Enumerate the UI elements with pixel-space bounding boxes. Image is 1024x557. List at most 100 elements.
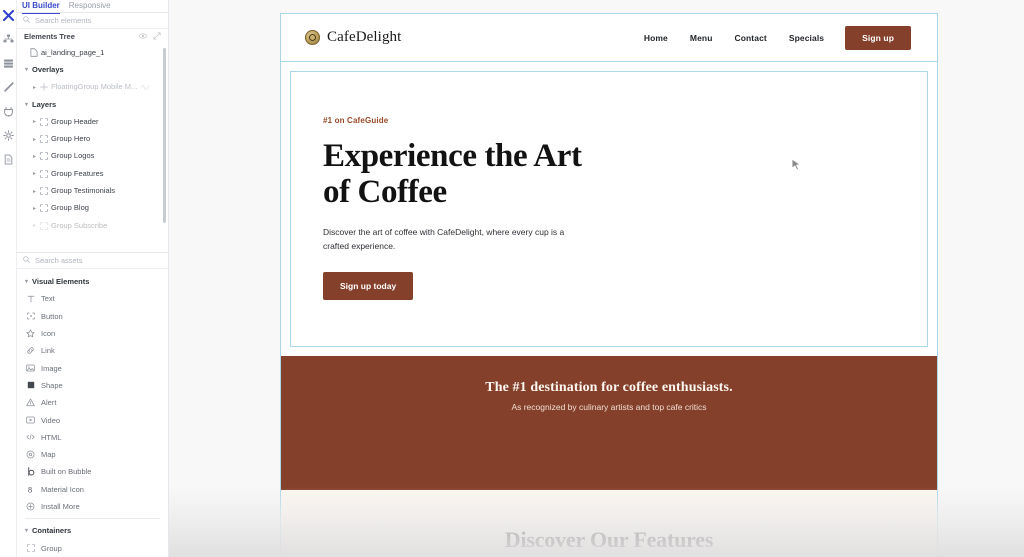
data-icon[interactable]: [0, 51, 17, 75]
site-header[interactable]: CafeDelight Home Menu Contact Specials S…: [281, 14, 937, 62]
hero-title: Experience the Art of Coffee: [323, 138, 623, 210]
tree-item-group-features[interactable]: ▸ Group Features: [17, 165, 168, 182]
hero-title-line2: of Coffee: [323, 174, 623, 210]
hero-eyebrow: #1 on CafeGuide: [323, 116, 927, 125]
tree-item-label: Group Logos: [51, 151, 94, 161]
map-pin-icon: [26, 450, 35, 459]
chevron-down-icon[interactable]: ▾: [25, 66, 32, 73]
chevron-right-icon[interactable]: ▸: [33, 222, 40, 229]
palette-item-install-more[interactable]: Install More: [17, 498, 168, 515]
search-icon: [23, 256, 30, 265]
palette-item-shape[interactable]: Shape: [17, 377, 168, 394]
hero-section[interactable]: #1 on CafeGuide Experience the Art of Co…: [291, 72, 927, 346]
search-assets-placeholder: Search assets: [35, 256, 83, 265]
palette-item-html[interactable]: HTML: [17, 429, 168, 446]
chevron-right-icon[interactable]: ▸: [33, 153, 40, 160]
chevron-right-icon[interactable]: ▸: [33, 170, 40, 177]
site-nav[interactable]: Home Menu Contact Specials Sign up: [633, 26, 911, 50]
alert-icon: [26, 398, 35, 407]
palette-item-label: Icon: [41, 329, 55, 338]
tree-scrollbar[interactable]: [163, 48, 166, 223]
chevron-right-icon[interactable]: ▸: [33, 84, 40, 91]
video-icon: [26, 416, 35, 424]
search-elements-input[interactable]: Search elements: [17, 13, 168, 29]
palette-item-label: Alert: [41, 398, 56, 407]
palette-section-containers[interactable]: ▾ Containers: [17, 522, 168, 539]
palette-divider: [25, 518, 160, 519]
palette-item-link[interactable]: Link: [17, 342, 168, 359]
group-icon: [40, 135, 51, 143]
palette-item-label: Install More: [41, 502, 80, 511]
accolade-band[interactable]: The #1 destination for coffee enthusiast…: [281, 356, 937, 490]
group-icon: [40, 152, 51, 160]
tree-item-group-subscribe[interactable]: ▸ Group Subscribe: [17, 217, 168, 234]
chevron-right-icon[interactable]: ▸: [33, 118, 40, 125]
tree-item-group-logos[interactable]: ▸ Group Logos: [17, 148, 168, 165]
settings-icon[interactable]: [0, 123, 17, 147]
primary-icon-rail: [0, 0, 17, 557]
design-icon[interactable]: [0, 75, 17, 99]
palette-item-map[interactable]: Map: [17, 446, 168, 463]
workflow-squiggle-icon[interactable]: [141, 83, 150, 92]
logs-icon[interactable]: [0, 147, 17, 171]
expand-icon[interactable]: [153, 32, 161, 42]
tree-item-label: Group Features: [51, 169, 104, 179]
palette-section-visual-elements[interactable]: ▾ Visual Elements: [17, 273, 168, 290]
bubble-b-icon: [26, 467, 35, 476]
elements-palette[interactable]: ▾ Visual Elements Text Button Icon: [17, 269, 168, 557]
chevron-down-icon[interactable]: ▾: [25, 101, 32, 108]
elements-tree-header: Elements Tree: [17, 29, 168, 44]
nav-link-home[interactable]: Home: [633, 33, 679, 43]
search-icon: [23, 16, 30, 25]
chevron-down-icon[interactable]: ▾: [25, 278, 28, 285]
tab-responsive[interactable]: Responsive: [69, 0, 111, 13]
elements-tree[interactable]: ai_landing_page_1 ▾ Overlays ▸ FloatingG…: [17, 44, 168, 252]
features-section[interactable]: Discover Our Features: [281, 490, 937, 557]
nav-link-contact[interactable]: Contact: [723, 33, 777, 43]
tree-item-page[interactable]: ai_landing_page_1: [17, 44, 168, 61]
palette-item-built-on-bubble[interactable]: Built on Bubble: [17, 463, 168, 480]
text-icon: [26, 295, 35, 303]
canvas-area[interactable]: CafeDelight Home Menu Contact Specials S…: [169, 0, 1024, 557]
chevron-right-icon[interactable]: ▸: [33, 188, 40, 195]
palette-item-alert[interactable]: Alert: [17, 394, 168, 411]
image-icon: [26, 364, 35, 372]
palette-item-label: Video: [41, 416, 60, 425]
palette-item-image[interactable]: Image: [17, 359, 168, 376]
palette-item-material-icon[interactable]: 8 Material Icon: [17, 481, 168, 498]
palette-item-label: Built on Bubble: [41, 467, 91, 476]
eye-icon[interactable]: [139, 32, 147, 42]
chevron-right-icon[interactable]: ▸: [33, 205, 40, 212]
tree-item-group-hero[interactable]: ▸ Group Hero: [17, 130, 168, 147]
nav-link-menu[interactable]: Menu: [679, 33, 724, 43]
tree-item-label: ai_landing_page_1: [41, 48, 104, 58]
tab-ui-builder[interactable]: UI Builder: [22, 0, 60, 13]
palette-item-icon[interactable]: Icon: [17, 325, 168, 342]
tree-item-group-blog[interactable]: ▸ Group Blog: [17, 200, 168, 217]
star-icon: [26, 329, 35, 338]
chevron-down-icon[interactable]: ▾: [25, 527, 28, 534]
workflow-icon[interactable]: [0, 27, 17, 51]
tree-section-layers[interactable]: ▾ Layers: [17, 96, 168, 113]
button-icon: [26, 312, 35, 320]
group-icon: [40, 204, 51, 212]
tree-item-group-testimonials[interactable]: ▸ Group Testimonials: [17, 182, 168, 199]
tree-item-group-header[interactable]: ▸ Group Header: [17, 113, 168, 130]
search-assets-input[interactable]: Search assets: [17, 252, 168, 269]
features-title: Discover Our Features: [281, 527, 937, 553]
tree-item-label: Group Header: [51, 117, 99, 127]
page-preview[interactable]: CafeDelight Home Menu Contact Specials S…: [281, 14, 937, 557]
signup-button[interactable]: Sign up: [845, 26, 911, 50]
bubble-logo-icon[interactable]: [0, 3, 17, 27]
tree-item-floatinggroup[interactable]: ▸ FloatingGroup Mobile M...: [17, 79, 168, 96]
chevron-right-icon[interactable]: ▸: [33, 136, 40, 143]
palette-item-group[interactable]: Group: [17, 539, 168, 556]
tree-section-overlays[interactable]: ▾ Overlays: [17, 61, 168, 78]
plugins-icon[interactable]: [0, 99, 17, 123]
brand[interactable]: CafeDelight: [305, 29, 633, 46]
hero-cta-button[interactable]: Sign up today: [323, 272, 413, 300]
nav-link-specials[interactable]: Specials: [778, 33, 835, 43]
palette-item-text[interactable]: Text: [17, 290, 168, 307]
palette-item-video[interactable]: Video: [17, 411, 168, 428]
palette-item-button[interactable]: Button: [17, 308, 168, 325]
